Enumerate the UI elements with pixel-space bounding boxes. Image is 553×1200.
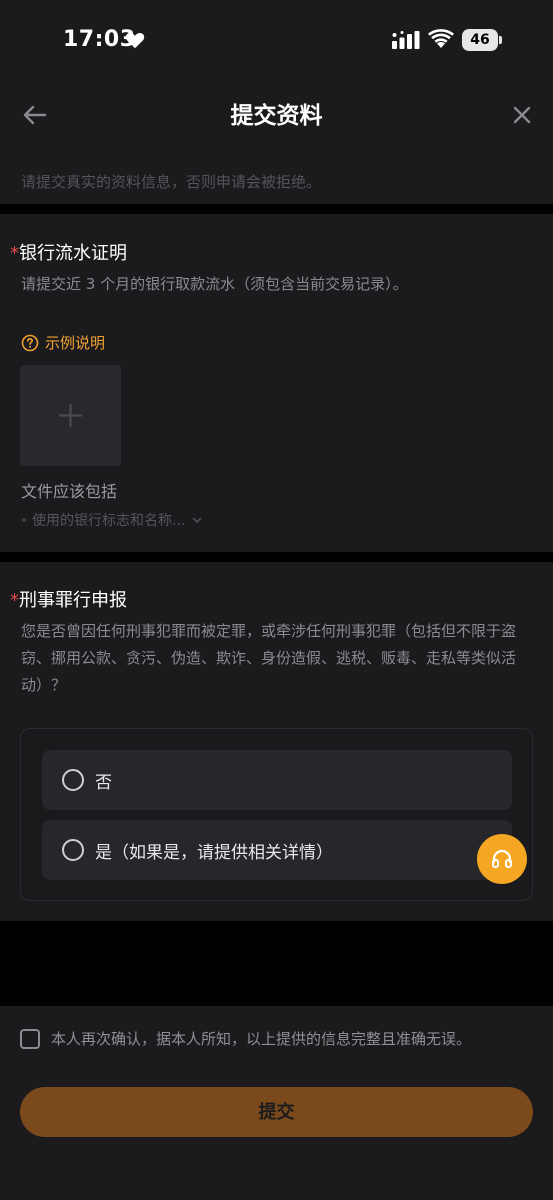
page-title: 提交资料 xyxy=(230,103,323,129)
criminal-declaration-title-text: 刑事罪行申报 xyxy=(19,590,127,611)
screen: 17:03 46 提交资料 请提交真实的资料信息，否则申请会被拒绝。 *银行流水… xyxy=(0,0,553,1200)
example-link[interactable]: 示例说明 xyxy=(21,332,105,353)
headset-icon xyxy=(492,849,512,868)
confirm-checkbox-row[interactable]: 本人再次确认，据本人所知，以上提供的信息完整且准确无误。 xyxy=(20,1028,471,1049)
heart-icon xyxy=(125,33,145,49)
battery-tip xyxy=(499,36,502,44)
bank-statement-section: *银行流水证明 请提交近 3 个月的银行取款流水（须包含当前交易记录）。 示例说… xyxy=(0,214,553,552)
plus-icon xyxy=(58,403,83,428)
submission-notice: 请提交真实的资料信息，否则申请会被拒绝。 xyxy=(21,173,322,191)
submit-button[interactable]: 提交 xyxy=(20,1087,533,1137)
chevron-down-icon xyxy=(193,517,202,524)
radio-button[interactable] xyxy=(62,769,84,791)
criminal-declaration-title: *刑事罪行申报 xyxy=(10,586,127,612)
bank-statement-title-text: 银行流水证明 xyxy=(19,243,127,264)
wifi-icon xyxy=(428,29,454,48)
options-card: 否 是（如果是，请提供相关详情） xyxy=(20,728,533,901)
option-no[interactable]: 否 xyxy=(42,750,512,810)
question-circle-icon xyxy=(21,334,39,351)
confirm-text: 本人再次确认，据本人所知，以上提供的信息完整且准确无误。 xyxy=(51,1030,472,1048)
required-mark: * xyxy=(10,590,19,611)
required-mark: * xyxy=(10,243,19,264)
footer: 本人再次确认，据本人所知，以上提供的信息完整且准确无误。 提交 xyxy=(0,1006,553,1200)
bullet-dot xyxy=(22,518,26,522)
battery-level: 46 xyxy=(470,32,490,48)
support-button[interactable] xyxy=(477,834,527,884)
battery-icon: 46 xyxy=(462,29,498,51)
signal-icon xyxy=(392,31,420,49)
close-icon[interactable] xyxy=(508,101,536,129)
header: 提交资料 请提交真实的资料信息，否则申请会被拒绝。 xyxy=(0,80,553,204)
option-yes[interactable]: 是（如果是，请提供相关详情） xyxy=(42,820,512,880)
criminal-declaration-description: 您是否曾因任何刑事犯罪而被定罪，或牵涉任何刑事犯罪（包括但不限于盗窃、挪用公款、… xyxy=(21,622,517,694)
option-yes-label: 是（如果是，请提供相关详情） xyxy=(95,843,333,863)
option-no-label: 否 xyxy=(95,773,112,793)
example-link-label: 示例说明 xyxy=(45,334,106,352)
status-bar: 17:03 46 xyxy=(0,0,553,80)
radio-button[interactable] xyxy=(62,839,84,861)
file-requirements-hint: 使用的银行标志和名称... xyxy=(32,513,186,529)
bank-statement-description: 请提交近 3 个月的银行取款流水（须包含当前交易记录）。 xyxy=(21,275,408,293)
upload-button[interactable] xyxy=(20,365,121,466)
confirm-checkbox[interactable] xyxy=(20,1028,40,1049)
bank-statement-title: *银行流水证明 xyxy=(10,239,127,265)
file-requirements-toggle[interactable]: 使用的银行标志和名称... xyxy=(22,510,203,530)
file-requirements-label: 文件应该包括 xyxy=(21,482,118,501)
criminal-declaration-section: *刑事罪行申报 您是否曾因任何刑事犯罪而被定罪，或牵涉任何刑事犯罪（包括但不限于… xyxy=(0,562,553,921)
